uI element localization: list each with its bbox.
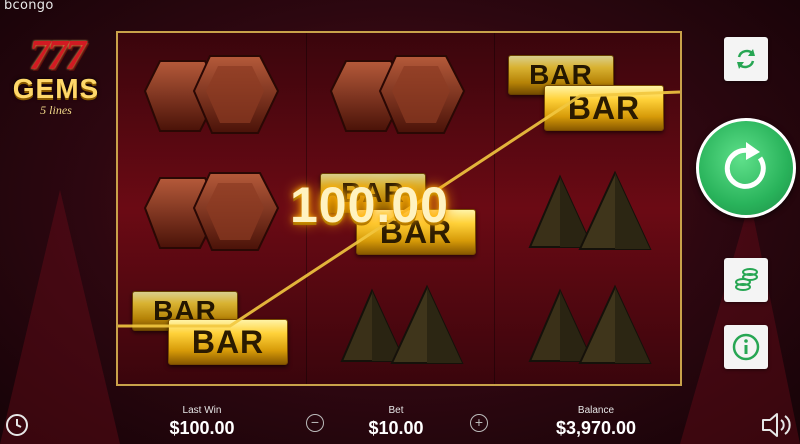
bet-display: Bet $10.00 [346, 405, 446, 439]
bet-decrease-button[interactable]: − [306, 414, 324, 432]
clock-icon[interactable] [4, 412, 30, 438]
autoplay-button[interactable] [724, 37, 768, 81]
info-icon [732, 333, 760, 361]
refresh-icon [737, 49, 755, 69]
bet-increase-button[interactable]: + [470, 414, 488, 432]
bet-label: Bet [388, 405, 404, 416]
balance-value: $3,970.00 [555, 418, 637, 438]
spin-arrow-icon [724, 142, 766, 189]
coin-stack-icon [735, 268, 758, 291]
speaker-icon[interactable] [760, 410, 794, 440]
last-win-label: Last Win [182, 405, 222, 416]
info-button[interactable] [724, 325, 768, 369]
balance-label: Balance [577, 405, 615, 416]
bet-value: $10.00 [368, 418, 424, 438]
last-win-value: $100.00 [169, 418, 235, 438]
spin-button[interactable] [696, 118, 796, 218]
last-win-display: Last Win $100.00 [152, 405, 252, 439]
balance-display: Balance $3,970.00 [536, 405, 656, 439]
win-amount: 100.00 [290, 177, 449, 233]
bottom-bar: Last Win $100.00 − Bet $10.00 + Balance … [0, 402, 800, 444]
bet-coins-button[interactable] [724, 258, 768, 302]
